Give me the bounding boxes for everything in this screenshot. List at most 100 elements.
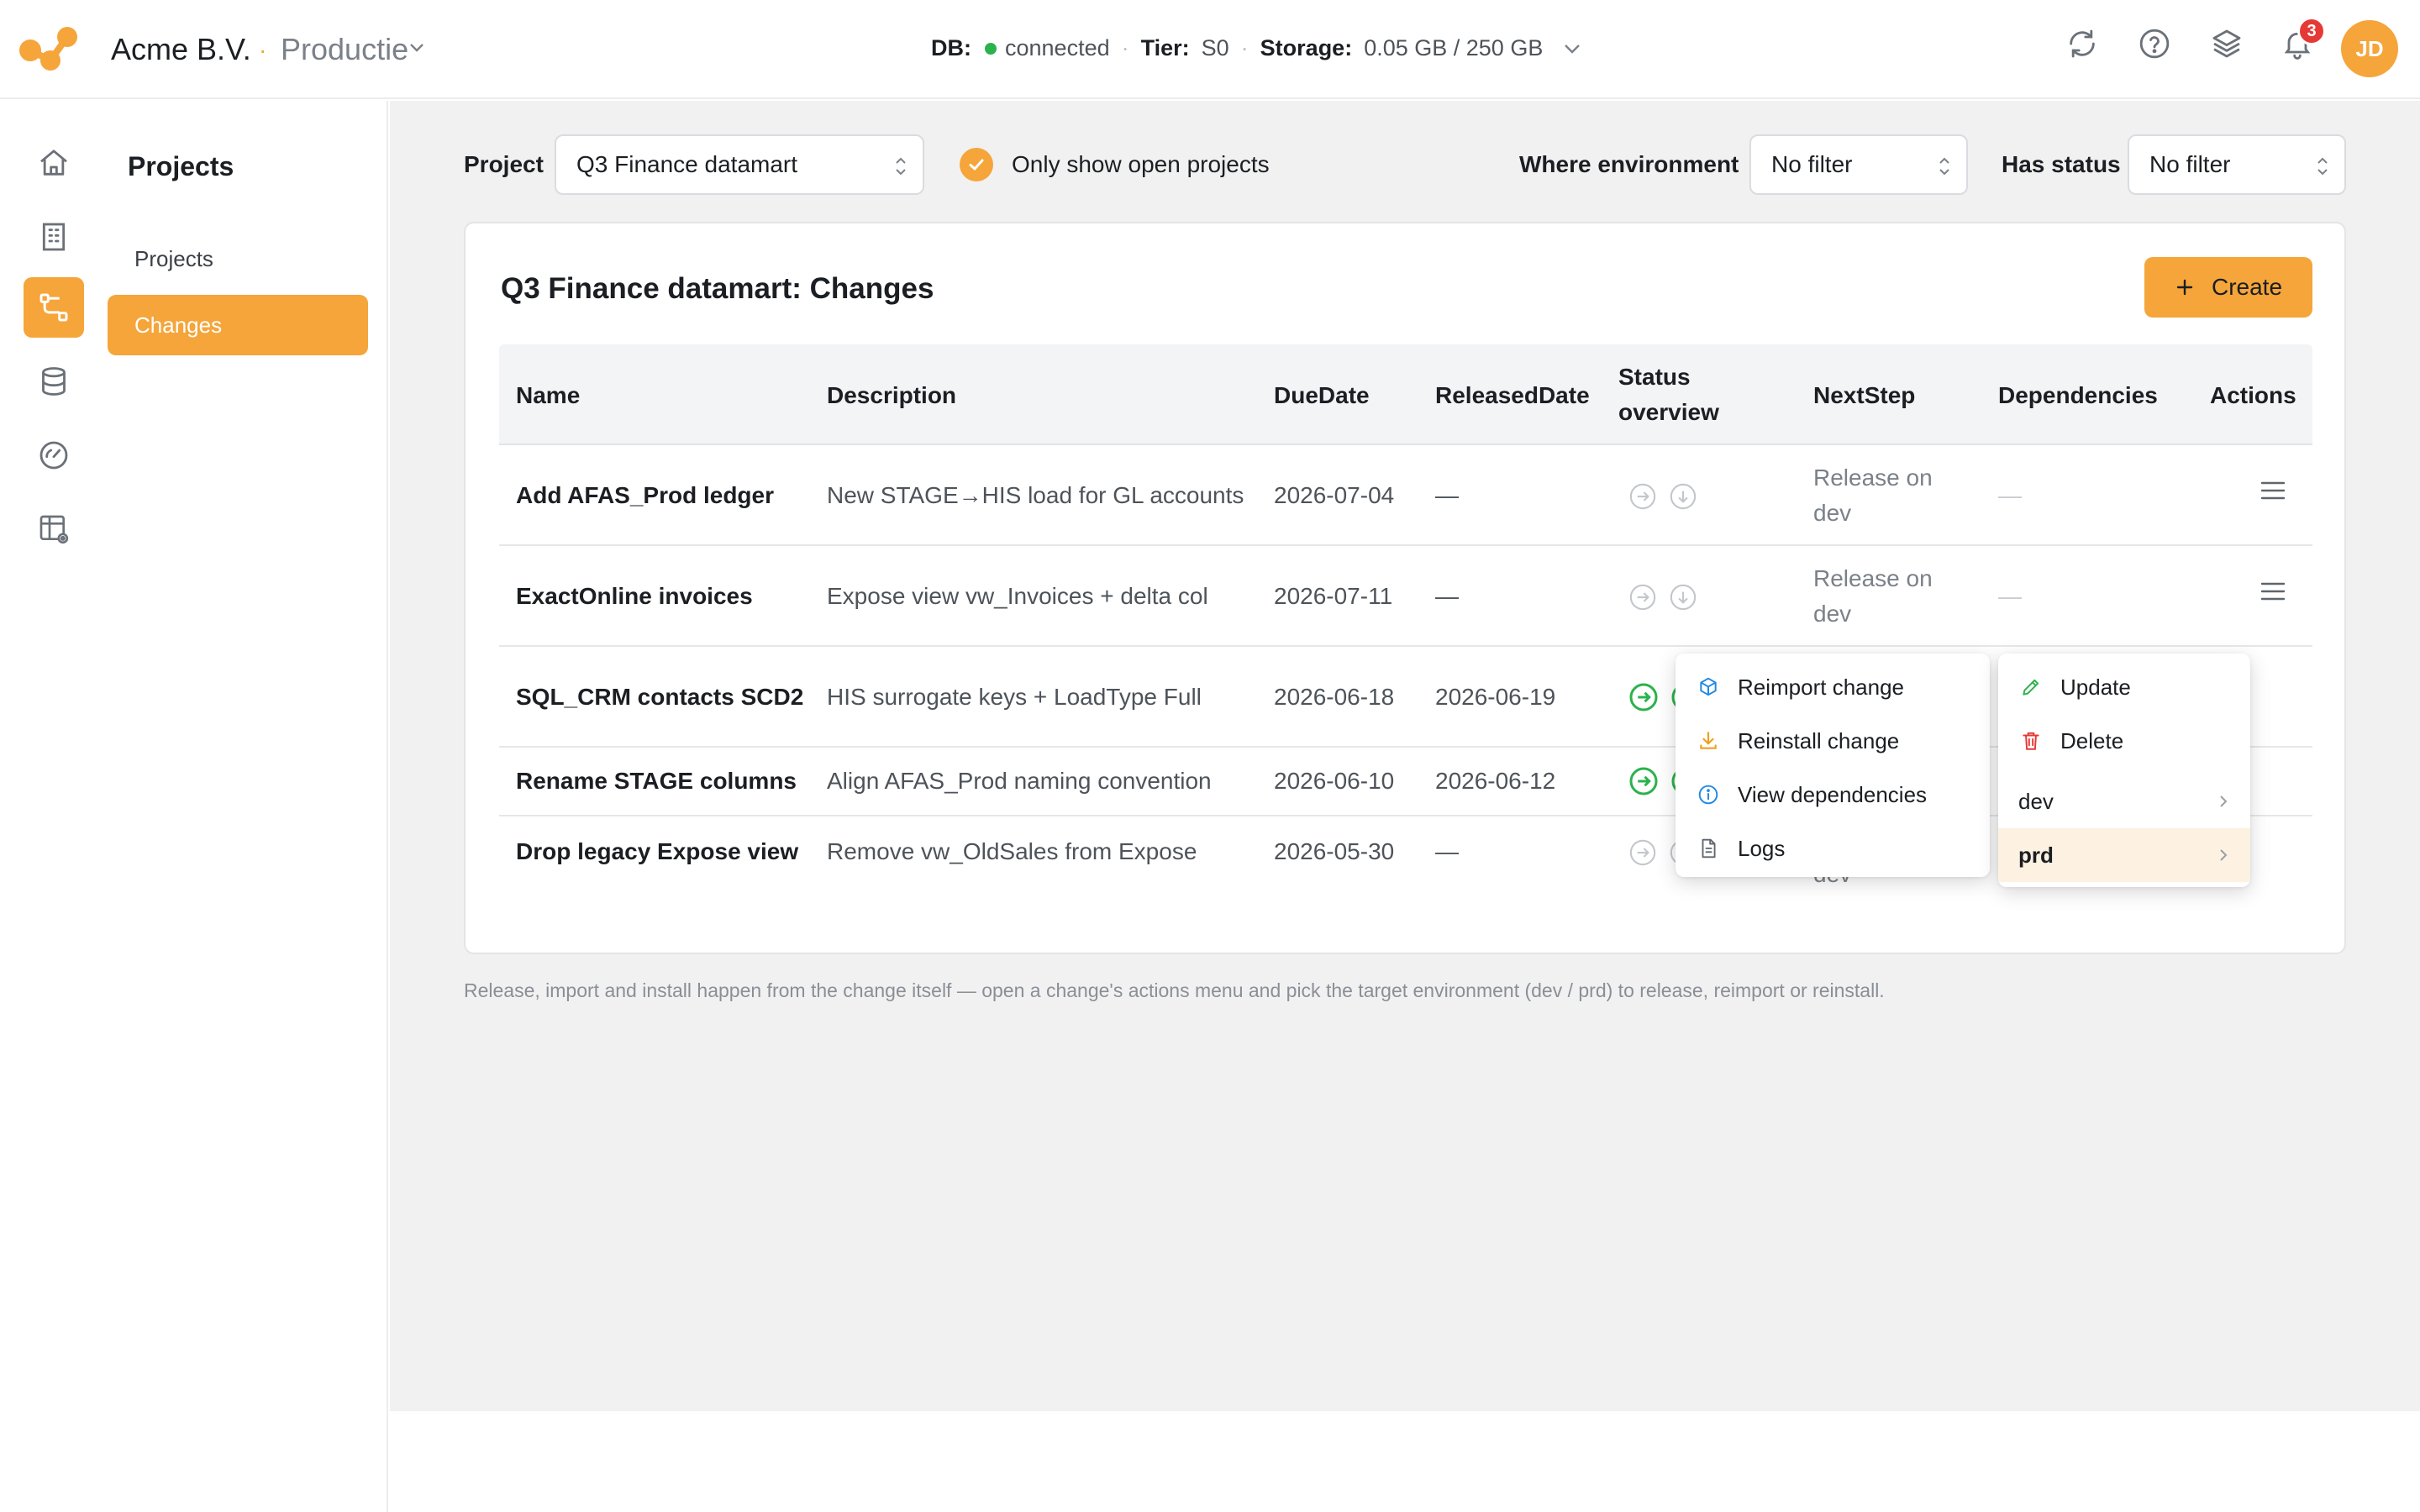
create-button-label: Create	[2211, 274, 2283, 300]
select-arrows-icon	[2317, 157, 2328, 176]
status-overview	[1628, 583, 1697, 612]
arrow-right-circle-icon	[1629, 839, 1656, 866]
logo-icon[interactable]	[17, 24, 79, 72]
column-header-nextstep[interactable]: NextStep	[1813, 378, 1915, 413]
arrow-right-circle-icon	[1629, 683, 1658, 711]
help-icon[interactable]	[2136, 25, 2173, 62]
row-name[interactable]: Add AFAS_Prod ledger	[516, 482, 774, 509]
arrow-right-circle-icon	[1629, 483, 1656, 510]
layers-icon[interactable]	[2208, 25, 2245, 62]
environment-filter-label: Where environment	[1519, 151, 1739, 177]
column-header-dependencies[interactable]: Dependencies	[1998, 378, 2158, 413]
check-icon	[969, 159, 984, 171]
trash-icon	[2020, 730, 2042, 752]
environment-switcher[interactable]: Productie	[281, 32, 408, 67]
menu-item-env-dev[interactable]: dev	[1998, 774, 2250, 828]
row-description: Align AFAS_Prod naming convention	[827, 768, 1212, 794]
hamburger-menu-icon[interactable]	[2260, 480, 2286, 501]
open-projects-label[interactable]: Only show open projects	[1012, 151, 1270, 178]
status-filter-label: Has status	[2002, 151, 2121, 177]
column-header-actions: Actions	[2210, 382, 2296, 408]
table-header: Name Description DueDate ReleasedDate St…	[499, 344, 2312, 445]
workflow-icon[interactable]	[24, 277, 84, 338]
chevron-right-icon	[2220, 795, 2228, 807]
row-releaseddate: 2026-06-19	[1435, 684, 1556, 710]
status-overview	[1628, 482, 1697, 511]
row-duedate: 2026-07-04	[1274, 482, 1395, 508]
table-row[interactable]: ExactOnline invoices Expose view vw_Invo…	[499, 546, 2312, 647]
separator: ·	[1121, 35, 1129, 60]
tier-value: S0	[1201, 35, 1229, 60]
row-releaseddate: —	[1435, 583, 1459, 609]
menu-item-label: View dependencies	[1738, 781, 1928, 807]
project-filter-label: Project	[464, 151, 544, 177]
storage-value: 0.05 GB / 250 GB	[1364, 35, 1544, 60]
environment-select-value: No filter	[1771, 151, 1853, 177]
document-icon	[1697, 837, 1719, 859]
row-nextstep: Release on dev	[1813, 460, 1965, 531]
row-name[interactable]: SQL_CRM contacts SCD2	[516, 684, 803, 711]
refresh-icon[interactable]	[2064, 25, 2101, 62]
menu-item-logs[interactable]: Logs	[1676, 822, 1990, 875]
project-select[interactable]: Q3 Finance datamart	[555, 134, 924, 195]
menu-item-update[interactable]: Update	[1998, 660, 2250, 714]
column-header-releaseddate[interactable]: ReleasedDate	[1435, 378, 1590, 413]
row-nextstep-line1: Release on	[1813, 565, 1933, 591]
footnote: Release, import and install happen from …	[464, 979, 1885, 1001]
row-name[interactable]: Drop legacy Expose view	[516, 838, 798, 865]
menu-item-label: Reimport change	[1738, 674, 1904, 700]
column-header-name[interactable]: Name	[516, 378, 580, 413]
menu-item-view-dependencies[interactable]: View dependencies	[1676, 768, 1990, 822]
database-icon[interactable]	[24, 351, 84, 412]
plus-icon	[2176, 279, 2193, 296]
column-header-duedate[interactable]: DueDate	[1274, 378, 1370, 413]
cube-refresh-icon	[1697, 676, 1719, 698]
open-projects-checkbox[interactable]	[960, 148, 993, 181]
row-releaseddate: —	[1435, 482, 1459, 508]
menu-item-label: Reinstall change	[1738, 727, 1900, 753]
subnav-item-changes[interactable]: Changes	[108, 295, 368, 355]
row-dependencies: —	[1998, 482, 2022, 508]
menu-item-reinstall[interactable]: Reinstall change	[1676, 714, 1990, 768]
table-row[interactable]: Add AFAS_Prod ledger New STAGE→HIS load …	[499, 445, 2312, 546]
notification-badge: 3	[2297, 17, 2326, 45]
menu-item-env-prd[interactable]: prd	[1998, 828, 2250, 882]
change-context-menu: Reimport change Reinstall change View de…	[1676, 654, 1990, 877]
menu-item-label: Update	[2060, 674, 2131, 700]
avatar[interactable]: JD	[2341, 20, 2398, 77]
storage-label: Storage:	[1260, 35, 1353, 60]
status-dot-icon	[985, 42, 997, 55]
pencil-icon	[2020, 676, 2042, 698]
building-icon[interactable]	[24, 207, 84, 267]
status-select-value: No filter	[2149, 151, 2231, 177]
menu-item-delete[interactable]: Delete	[1998, 714, 2250, 768]
column-header-status[interactable]: Status overview	[1618, 360, 1719, 430]
subnav-item-projects[interactable]: Projects	[108, 228, 368, 289]
table-settings-icon[interactable]	[24, 499, 84, 559]
subnav-title: Projects	[128, 151, 234, 181]
db-status: connected	[1005, 35, 1110, 60]
actions-menu: Update Delete dev prd	[1998, 654, 2250, 887]
home-icon[interactable]	[24, 133, 84, 193]
row-nextstep: Release on dev	[1813, 561, 1965, 632]
row-description: HIS surrogate keys + LoadType Full	[827, 684, 1202, 710]
column-header-description[interactable]: Description	[827, 378, 956, 413]
arrow-down-circle-icon	[1670, 483, 1697, 510]
arrow-down-circle-icon	[1670, 584, 1697, 611]
hamburger-menu-icon[interactable]	[2260, 581, 2286, 601]
sub-navigation: Projects Projects Changes	[106, 101, 388, 1512]
environment-select[interactable]: No filter	[1749, 134, 1968, 195]
column-header-status-line1: Status	[1618, 364, 1691, 390]
row-releaseddate: 2026-06-12	[1435, 768, 1556, 794]
separator: ·	[1240, 35, 1249, 60]
chevron-down-icon[interactable]	[408, 42, 425, 54]
row-name[interactable]: ExactOnline invoices	[516, 583, 753, 610]
gauge-icon[interactable]	[24, 425, 84, 486]
status-select[interactable]: No filter	[2128, 134, 2346, 195]
info-icon	[1697, 784, 1719, 806]
chevron-down-icon[interactable]	[1563, 43, 1581, 55]
menu-item-reimport[interactable]: Reimport change	[1676, 660, 1990, 714]
create-button[interactable]: Create	[2144, 257, 2312, 318]
row-name[interactable]: Rename STAGE columns	[516, 768, 797, 795]
org-separator: ·	[259, 37, 267, 63]
